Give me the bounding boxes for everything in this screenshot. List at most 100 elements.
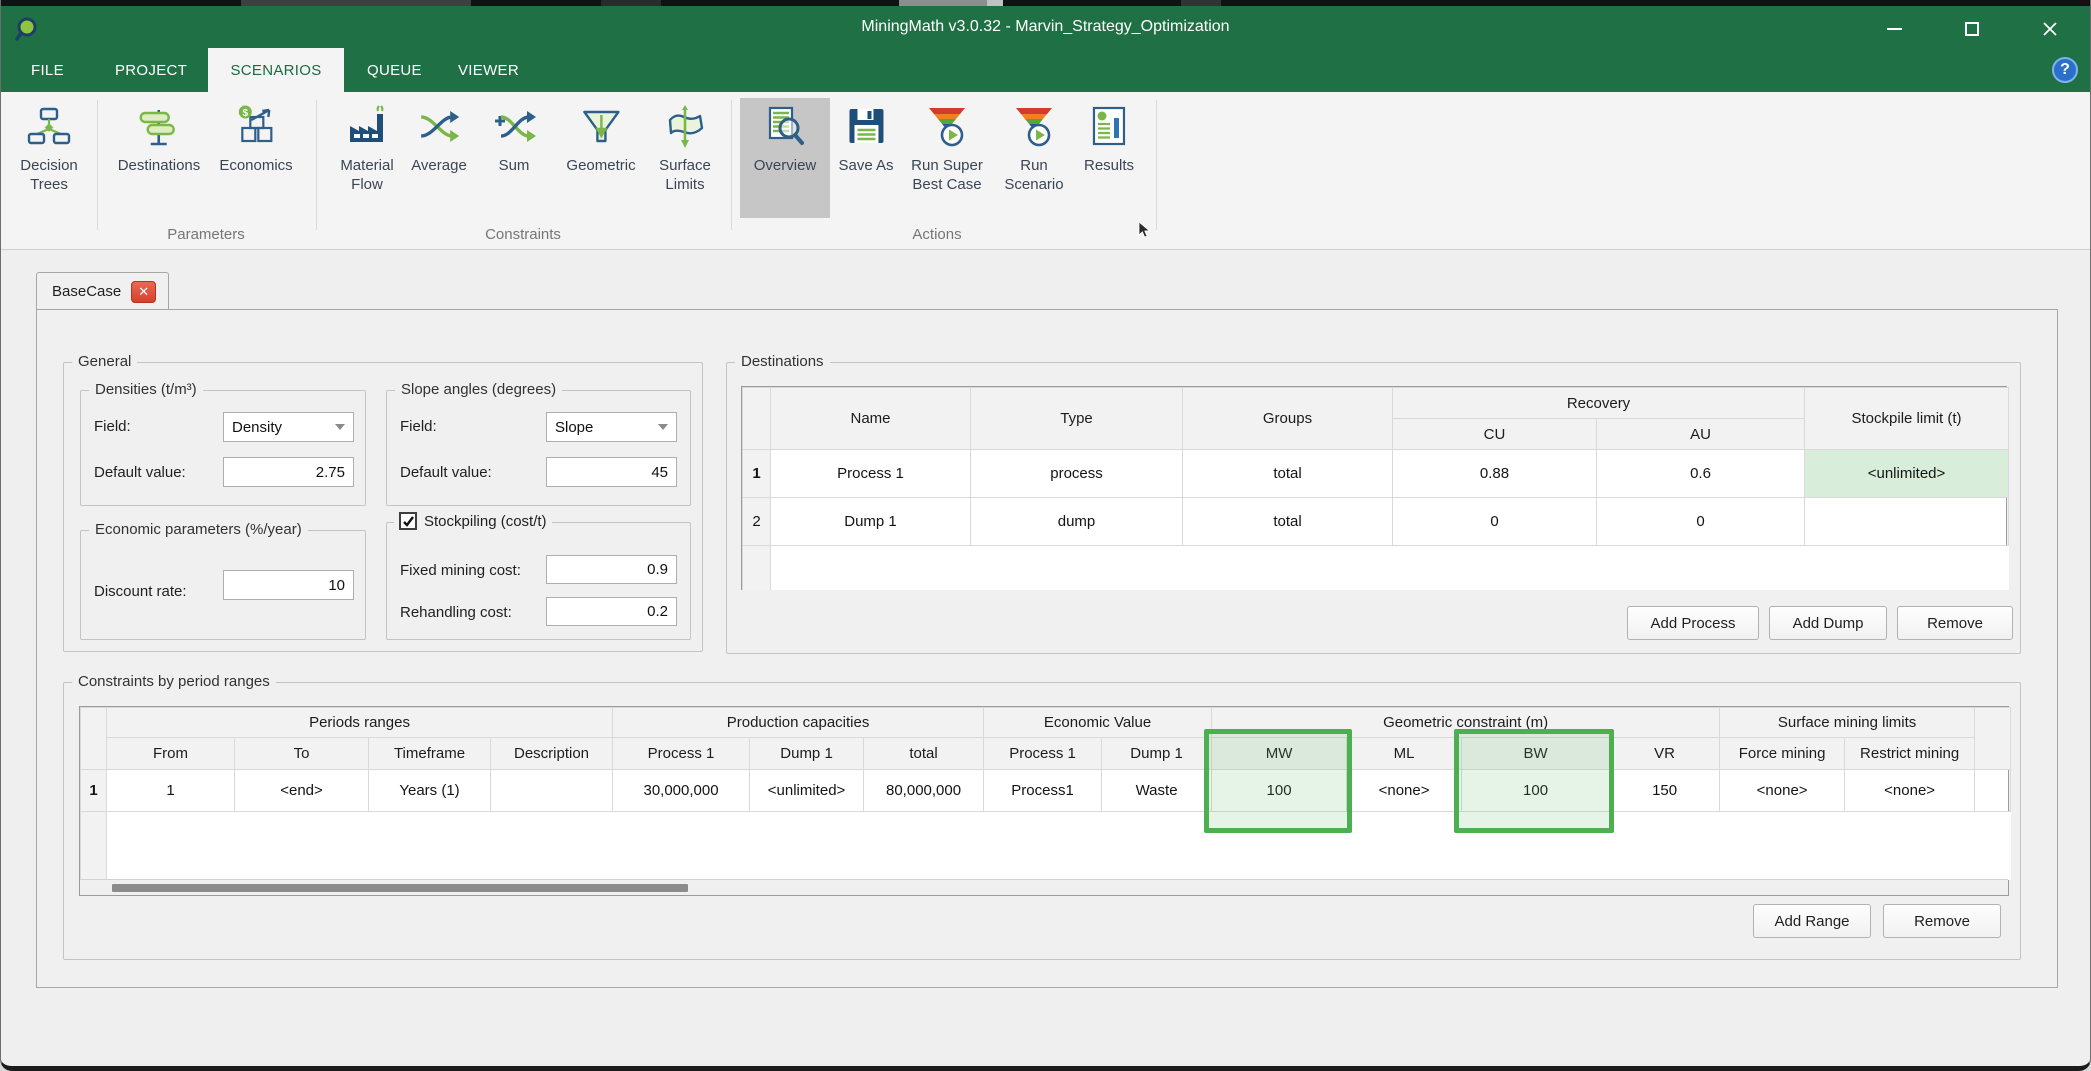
- menu-tab-file[interactable]: FILE: [17, 48, 78, 92]
- cell-dump1-value[interactable]: Waste: [1102, 770, 1212, 812]
- ribbon-button-average[interactable]: Average: [407, 98, 471, 177]
- cell-name[interactable]: Process 1: [771, 450, 971, 498]
- destinations-header-type[interactable]: Type: [971, 388, 1183, 450]
- cell-name[interactable]: Dump 1: [771, 498, 971, 546]
- cell-groups[interactable]: total: [1183, 498, 1393, 546]
- header-vr[interactable]: VR: [1610, 738, 1720, 770]
- header-dump1-value[interactable]: Dump 1: [1102, 738, 1212, 770]
- header-restrict-mining[interactable]: Restrict mining: [1845, 738, 1975, 770]
- header-mw[interactable]: MW: [1212, 738, 1347, 770]
- constraints-corner-header[interactable]: [81, 708, 107, 770]
- ribbon-button-material-flow[interactable]: Material Flow: [327, 98, 407, 196]
- slope-default-input[interactable]: 45: [546, 457, 677, 487]
- row-number[interactable]: 1: [81, 770, 107, 812]
- ribbon-button-save-as[interactable]: Save As: [834, 98, 897, 177]
- discount-rate-value: 10: [328, 577, 345, 594]
- cell-type[interactable]: process: [971, 450, 1183, 498]
- fixed-mining-cost-input[interactable]: 0.9: [546, 555, 677, 584]
- ribbon-button-decision-trees[interactable]: Decision Trees: [10, 98, 88, 196]
- cell-groups[interactable]: total: [1183, 450, 1393, 498]
- header-process1-capacity[interactable]: Process 1: [613, 738, 750, 770]
- horizontal-scrollbar[interactable]: [80, 879, 2008, 895]
- add-dump-button[interactable]: Add Dump: [1769, 606, 1887, 640]
- destinations-corner-header[interactable]: [743, 388, 771, 450]
- row-number[interactable]: 2: [743, 498, 771, 546]
- header-timeframe[interactable]: Timeframe: [369, 738, 491, 770]
- rehandling-cost-input[interactable]: 0.2: [546, 597, 677, 626]
- header-to[interactable]: To: [235, 738, 369, 770]
- tab-close-icon[interactable]: ✕: [131, 281, 156, 303]
- destinations-header-name[interactable]: Name: [771, 388, 971, 450]
- cell-total-capacity[interactable]: 80,000,000: [864, 770, 984, 812]
- ribbon-button-geometric[interactable]: Geometric: [562, 98, 639, 177]
- cell-au[interactable]: 0.6: [1597, 450, 1805, 498]
- cell-cu[interactable]: 0.88: [1393, 450, 1597, 498]
- cell-process1-capacity[interactable]: 30,000,000: [613, 770, 750, 812]
- slope-field-select[interactable]: Slope: [546, 412, 677, 442]
- ribbon-button-run-super-best-case[interactable]: Run Super Best Case: [897, 98, 997, 196]
- ribbon-button-run-scenario[interactable]: Run Scenario: [994, 98, 1074, 196]
- menu-tab-viewer[interactable]: VIEWER: [444, 48, 533, 92]
- ribbon-button-economics[interactable]: $ Economics: [215, 98, 296, 177]
- tab-basecase[interactable]: BaseCase ✕: [36, 272, 169, 310]
- close-button[interactable]: [2022, 14, 2078, 44]
- cell-stockpile[interactable]: [1805, 498, 2009, 546]
- cell-mw[interactable]: 100: [1212, 770, 1347, 812]
- cell-ml[interactable]: <none>: [1347, 770, 1462, 812]
- cell-timeframe[interactable]: Years (1): [369, 770, 491, 812]
- remove-destination-button[interactable]: Remove: [1897, 606, 2013, 640]
- cell-vr[interactable]: 150: [1610, 770, 1720, 812]
- table-empty-area: [107, 812, 2011, 880]
- ribbon-button-sum[interactable]: Sum: [487, 98, 541, 177]
- ribbon-button-results[interactable]: Results: [1080, 98, 1138, 177]
- menu-bar: FILE PROJECT SCENARIOS QUEUE VIEWER ?: [1, 48, 2090, 92]
- header-description[interactable]: Description: [491, 738, 613, 770]
- menu-tab-queue[interactable]: QUEUE: [353, 48, 436, 92]
- help-icon[interactable]: ?: [2052, 57, 2078, 83]
- header-process1-value[interactable]: Process 1: [984, 738, 1102, 770]
- destinations-header-au[interactable]: AU: [1597, 419, 1805, 450]
- menu-tab-scenarios[interactable]: SCENARIOS: [208, 48, 344, 93]
- cell-cu[interactable]: 0: [1393, 498, 1597, 546]
- cell-stockpile[interactable]: <unlimited>: [1805, 450, 2009, 498]
- maximize-button[interactable]: [1944, 14, 2000, 44]
- destinations-header-cu[interactable]: CU: [1393, 419, 1597, 450]
- menu-tab-project[interactable]: PROJECT: [101, 48, 201, 92]
- ribbon-toolbar: Decision Trees Destinations: [1, 92, 2090, 250]
- discount-rate-input[interactable]: 10: [223, 570, 354, 600]
- header-bw[interactable]: BW: [1462, 738, 1610, 770]
- stockpiling-checkbox[interactable]: [399, 512, 417, 530]
- cell-dump1-capacity[interactable]: <unlimited>: [750, 770, 864, 812]
- add-process-button[interactable]: Add Process: [1627, 606, 1759, 640]
- ribbon-button-surface-limits[interactable]: Surface Limits: [649, 98, 721, 196]
- ribbon-group-label-constraints: Constraints: [485, 226, 561, 243]
- density-default-input[interactable]: 2.75: [223, 457, 354, 487]
- remove-range-button[interactable]: Remove: [1883, 904, 2001, 938]
- group-header-production: Production capacities: [613, 708, 984, 738]
- destinations-header-stockpile[interactable]: Stockpile limit (t): [1805, 388, 2009, 450]
- cell-force-mining[interactable]: <none>: [1720, 770, 1845, 812]
- minimize-button[interactable]: [1866, 14, 1922, 44]
- cell-process1-value[interactable]: Process1: [984, 770, 1102, 812]
- header-total-capacity[interactable]: total: [864, 738, 984, 770]
- destinations-header-groups[interactable]: Groups: [1183, 388, 1393, 450]
- cell-restrict-mining[interactable]: <none>: [1845, 770, 1975, 812]
- header-from[interactable]: From: [107, 738, 235, 770]
- cell-bw[interactable]: 100: [1462, 770, 1610, 812]
- cell-from[interactable]: 1: [107, 770, 235, 812]
- header-dump1-capacity[interactable]: Dump 1: [750, 738, 864, 770]
- header-ml[interactable]: ML: [1347, 738, 1462, 770]
- density-field-select[interactable]: Density: [223, 412, 354, 442]
- add-range-button[interactable]: Add Range: [1753, 904, 1871, 938]
- row-number[interactable]: 1: [743, 450, 771, 498]
- ribbon-button-overview[interactable]: Overview: [740, 98, 830, 218]
- table-row: 1 1 <end> Years (1) 30,000,000 <unlimite…: [81, 770, 2011, 812]
- ribbon-button-destinations[interactable]: Destinations: [114, 98, 205, 177]
- cell-to[interactable]: <end>: [235, 770, 369, 812]
- cell-au[interactable]: 0: [1597, 498, 1805, 546]
- scrollbar-thumb[interactable]: [112, 884, 688, 892]
- cell-type[interactable]: dump: [971, 498, 1183, 546]
- cell-description[interactable]: [491, 770, 613, 812]
- density-default-value: 2.75: [316, 464, 345, 481]
- header-force-mining[interactable]: Force mining: [1720, 738, 1845, 770]
